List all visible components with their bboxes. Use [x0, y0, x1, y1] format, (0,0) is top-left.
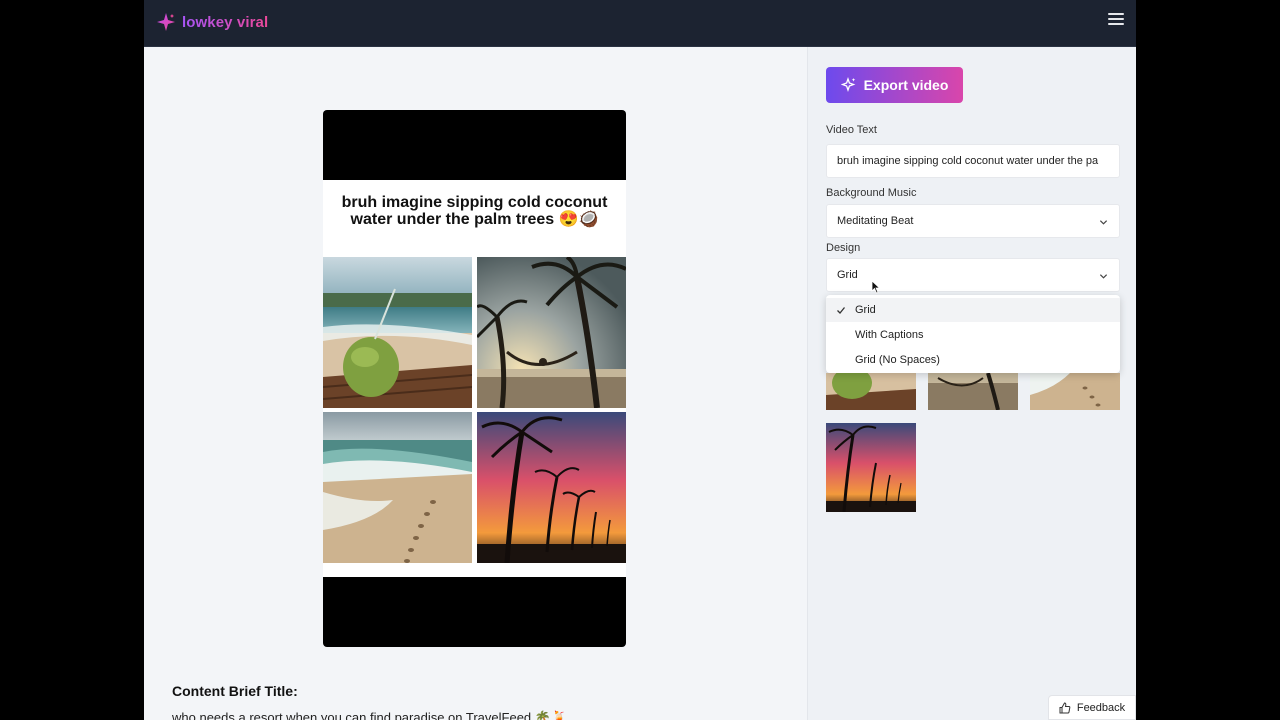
chevron-down-icon	[1099, 274, 1108, 279]
chevron-down-icon	[1099, 220, 1108, 225]
palm-sunset-image	[477, 412, 626, 563]
feedback-label: Feedback	[1076, 701, 1126, 714]
thumbnail-hammock[interactable]	[928, 373, 1018, 410]
app-name: lowkey viral	[182, 13, 269, 31]
video-text-input[interactable]: bruh imagine sipping cold coconut water …	[826, 144, 1120, 178]
coconut-on-beach-image	[323, 257, 472, 408]
feedback-button[interactable]: Feedback	[1048, 695, 1136, 720]
video-text-label: Video Text	[826, 124, 877, 136]
design-label: Design	[826, 242, 861, 254]
design-value: Grid	[837, 269, 858, 281]
thumbnail-palm-sunset[interactable]	[826, 423, 916, 512]
brief-title: Content Brief Title:	[172, 683, 298, 699]
design-option-label: With Captions	[855, 329, 924, 341]
logo[interactable]: lowkey viral	[156, 12, 268, 32]
music-value: Meditating Beat	[837, 215, 914, 227]
thumbnail-waves[interactable]	[1030, 373, 1120, 410]
design-option-label: Grid	[855, 304, 876, 316]
export-video-button[interactable]: Export video	[826, 67, 963, 103]
mouse-cursor-icon	[871, 280, 881, 294]
preview-caption: bruh imagine sipping cold coconut water …	[341, 194, 608, 228]
thumbs-up-icon	[1059, 701, 1071, 713]
design-dropdown-menu: Grid With Captions Grid (No Spaces)	[826, 295, 1120, 373]
preview-area: bruh imagine sipping cold coconut water …	[144, 47, 807, 720]
design-option-grid[interactable]: Grid	[826, 298, 1120, 322]
music-select[interactable]: Meditating Beat	[826, 204, 1120, 238]
hamburger-icon[interactable]	[1108, 13, 1124, 27]
brief-text: who needs a resort when you can find par…	[172, 710, 568, 720]
video-preview: bruh imagine sipping cold coconut water …	[323, 110, 626, 647]
check-icon	[837, 307, 846, 314]
app-window: lowkey viral bruh imagine sipping cold c…	[144, 0, 1136, 720]
palm-hammock-sunset-image	[477, 257, 626, 408]
video-text-value: bruh imagine sipping cold coconut water …	[837, 155, 1099, 167]
sparkle-icon	[157, 13, 175, 31]
settings-panel: Export video Video Text bruh imagine sip…	[807, 47, 1136, 720]
design-option-with-captions[interactable]: With Captions	[826, 323, 1120, 347]
design-option-grid-no-spaces[interactable]: Grid (No Spaces)	[826, 348, 1120, 372]
music-label: Background Music	[826, 187, 917, 199]
design-option-label: Grid (No Spaces)	[855, 354, 940, 366]
top-bar: lowkey viral	[144, 0, 1136, 47]
thumbnail-coconut[interactable]	[826, 373, 916, 410]
export-label: Export video	[863, 77, 949, 93]
waves-footprints-image	[323, 412, 472, 563]
sparkle-icon	[840, 77, 855, 92]
